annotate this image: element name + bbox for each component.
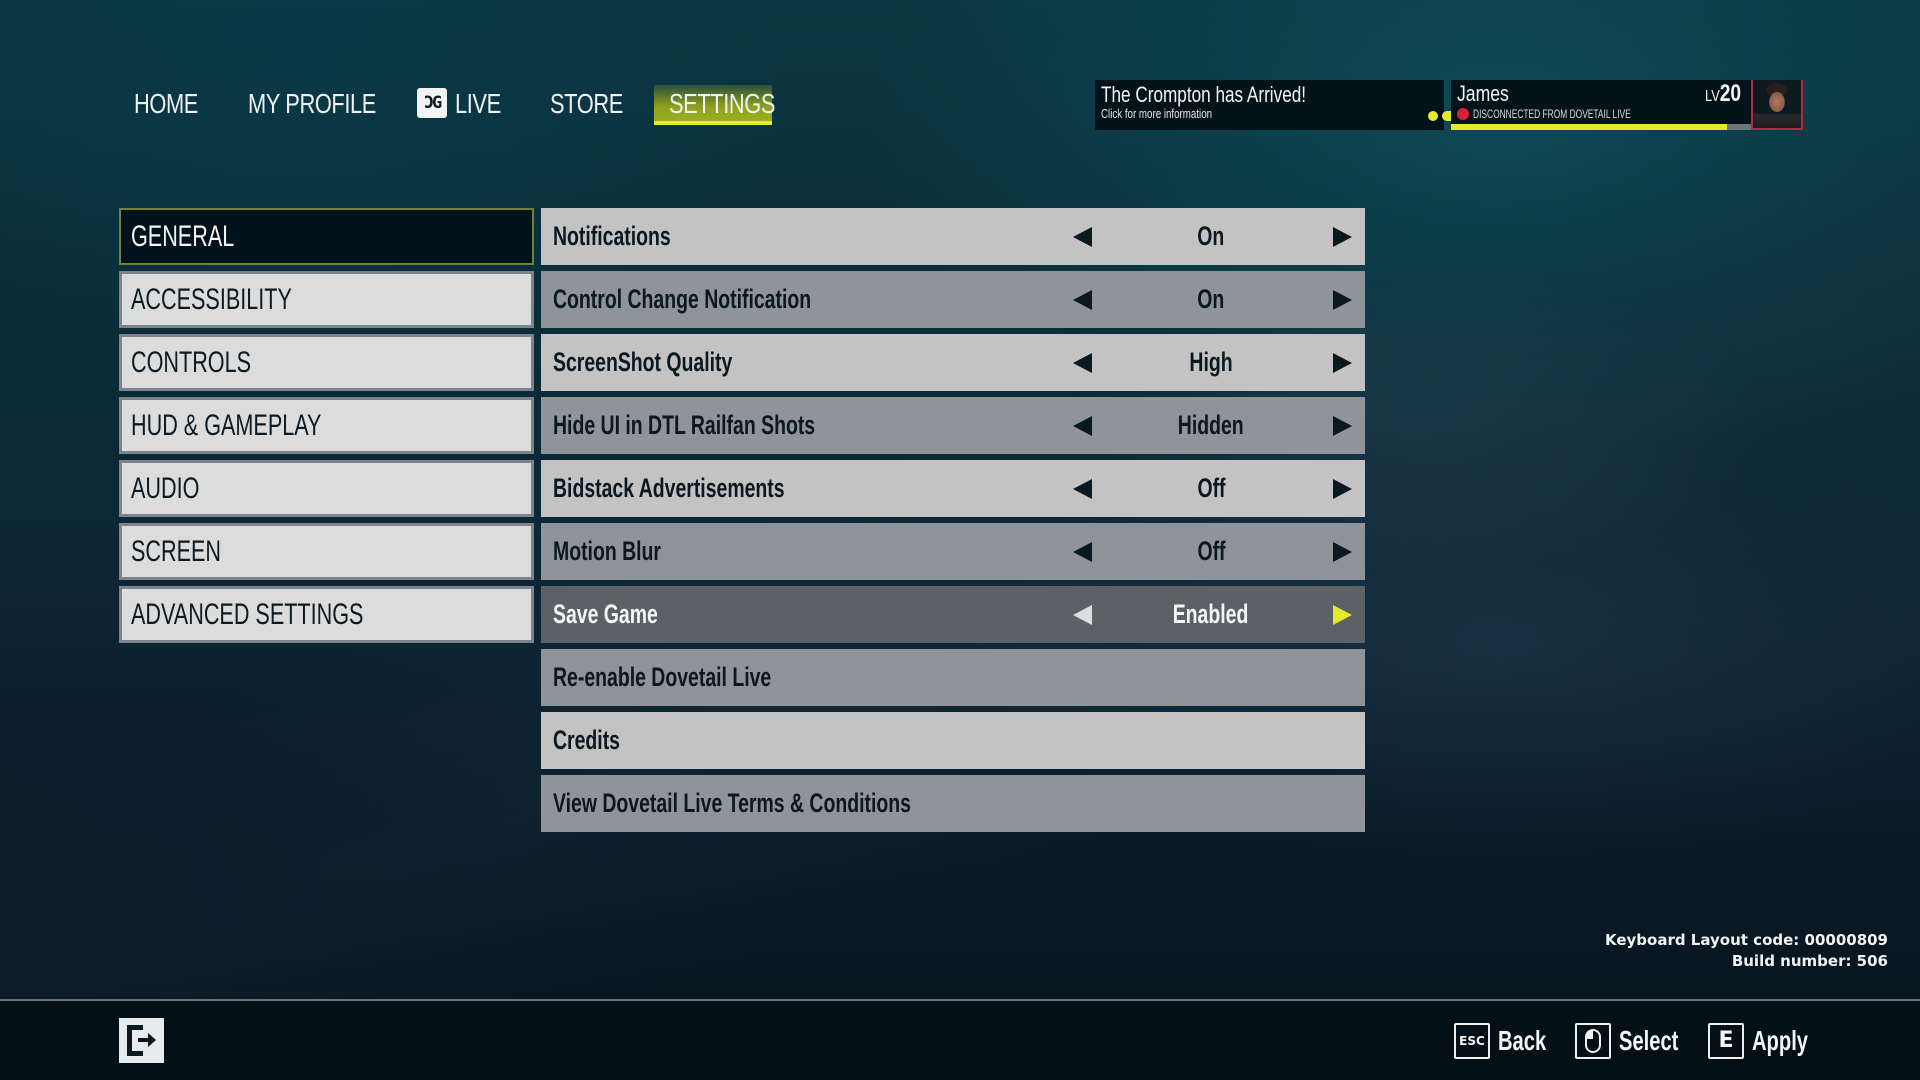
previous-option-arrow-icon[interactable] [1073, 605, 1092, 625]
previous-option-arrow-icon[interactable] [1073, 227, 1092, 247]
esc-key-icon: ESC [1454, 1023, 1490, 1059]
build-number: Build number: 506 [1731, 952, 1888, 970]
nav-my-profile[interactable]: MY PROFILE [248, 82, 412, 126]
setting-value: On [1197, 284, 1225, 314]
nav-home-label: HOME [134, 88, 198, 119]
setting-label: Motion Blur [553, 536, 661, 566]
setting-row-motion-blur[interactable]: Motion Blur Off [541, 523, 1365, 580]
sidebar-item-screen[interactable]: SCREEN [119, 523, 534, 580]
setting-value: Off [1196, 473, 1226, 503]
setting-label: Bidstack Advertisements [553, 473, 785, 503]
previous-option-arrow-icon[interactable] [1073, 290, 1092, 310]
nav-live-label: LIVE [455, 88, 501, 119]
next-option-arrow-icon[interactable] [1333, 227, 1352, 247]
sidebar-item-accessibility[interactable]: ACCESSIBILITY [119, 271, 534, 328]
nav-store-label: STORE [550, 88, 623, 119]
next-option-arrow-icon[interactable] [1333, 290, 1352, 310]
exit-icon [127, 1025, 156, 1056]
button-label: Credits [553, 725, 620, 755]
apply-label: Apply [1752, 1025, 1809, 1056]
nav-my-profile-label: MY PROFILE [248, 88, 376, 119]
button-label: View Dovetail Live Terms & Conditions [553, 788, 911, 818]
user-name: James [1457, 81, 1509, 106]
avatar[interactable] [1751, 80, 1803, 130]
button-label: Re-enable Dovetail Live [553, 662, 772, 692]
previous-option-arrow-icon[interactable] [1073, 353, 1092, 373]
notification-subtitle: Click for more information [1101, 107, 1213, 121]
credits-button[interactable]: Credits [541, 712, 1365, 769]
setting-value: Off [1196, 536, 1226, 566]
select-label: Select [1619, 1025, 1679, 1056]
dovetail-live-logo-icon: ƆG [417, 88, 447, 118]
build-info: Keyboard Layout code: 00000809 Build num… [1605, 930, 1888, 972]
notification-card[interactable]: The Crompton has Arrived! Click for more… [1095, 80, 1476, 130]
mouse-left-click-icon [1575, 1023, 1611, 1059]
next-option-arrow-icon[interactable] [1333, 605, 1352, 625]
sidebar-item-controls[interactable]: CONTROLS [119, 334, 534, 391]
previous-option-arrow-icon[interactable] [1073, 416, 1092, 436]
pager-dot[interactable] [1428, 111, 1438, 121]
previous-option-arrow-icon[interactable] [1073, 542, 1092, 562]
xp-progress-fill [1451, 124, 1727, 130]
setting-row-notifications[interactable]: Notifications On [541, 208, 1365, 265]
nav-home[interactable]: HOME [134, 82, 216, 126]
exit-button[interactable] [119, 1018, 164, 1063]
nav-settings[interactable]: SETTINGS [654, 85, 776, 125]
e-key-icon: E [1708, 1023, 1744, 1059]
nav-store[interactable]: STORE [550, 82, 643, 126]
next-option-arrow-icon[interactable] [1333, 353, 1352, 373]
next-option-arrow-icon[interactable] [1333, 416, 1352, 436]
setting-row-save-game[interactable]: Save Game Enabled [541, 586, 1365, 643]
sidebar-item-general[interactable]: GENERAL [119, 208, 534, 265]
setting-label: ScreenShot Quality [553, 347, 733, 377]
user-level: LV20 [1704, 80, 1741, 107]
re-enable-dovetail-live-button[interactable]: Re-enable Dovetail Live [541, 649, 1365, 706]
setting-label: Control Change Notification [553, 284, 812, 314]
disconnected-status-icon [1457, 108, 1469, 120]
back-label: Back [1498, 1025, 1547, 1056]
notification-title: The Crompton has Arrived! [1101, 82, 1307, 107]
setting-label: Hide UI in DTL Railfan Shots [553, 410, 816, 440]
sidebar-item-hud-gameplay[interactable]: HUD & GAMEPLAY [119, 397, 534, 454]
nav-settings-label: SETTINGS [668, 88, 776, 119]
setting-value: Enabled [1173, 599, 1249, 629]
setting-row-control-change-notification[interactable]: Control Change Notification On [541, 271, 1365, 328]
sidebar-item-audio[interactable]: AUDIO [119, 460, 534, 517]
next-option-arrow-icon[interactable] [1333, 542, 1352, 562]
setting-row-screenshot-quality[interactable]: ScreenShot Quality High [541, 334, 1365, 391]
user-profile-card[interactable]: James DISCONNECTED FROM DOVETAIL LIVE LV… [1451, 80, 1751, 130]
setting-row-hide-ui-railfan[interactable]: Hide UI in DTL Railfan Shots Hidden [541, 397, 1365, 454]
setting-label: Notifications [553, 221, 671, 251]
setting-label: Save Game [553, 599, 658, 629]
keyboard-layout-code: Keyboard Layout code: 00000809 [1604, 931, 1888, 949]
setting-value: Hidden [1178, 410, 1244, 440]
setting-value: On [1197, 221, 1225, 251]
setting-row-bidstack-advertisements[interactable]: Bidstack Advertisements Off [541, 460, 1365, 517]
next-option-arrow-icon[interactable] [1333, 479, 1352, 499]
xp-progress-bar [1451, 124, 1751, 130]
connection-status-text: DISCONNECTED FROM DOVETAIL LIVE [1473, 107, 1631, 121]
sidebar-item-advanced-settings[interactable]: ADVANCED SETTINGS [119, 586, 534, 643]
previous-option-arrow-icon[interactable] [1073, 479, 1092, 499]
view-terms-conditions-button[interactable]: View Dovetail Live Terms & Conditions [541, 775, 1365, 832]
setting-value: High [1189, 347, 1233, 377]
